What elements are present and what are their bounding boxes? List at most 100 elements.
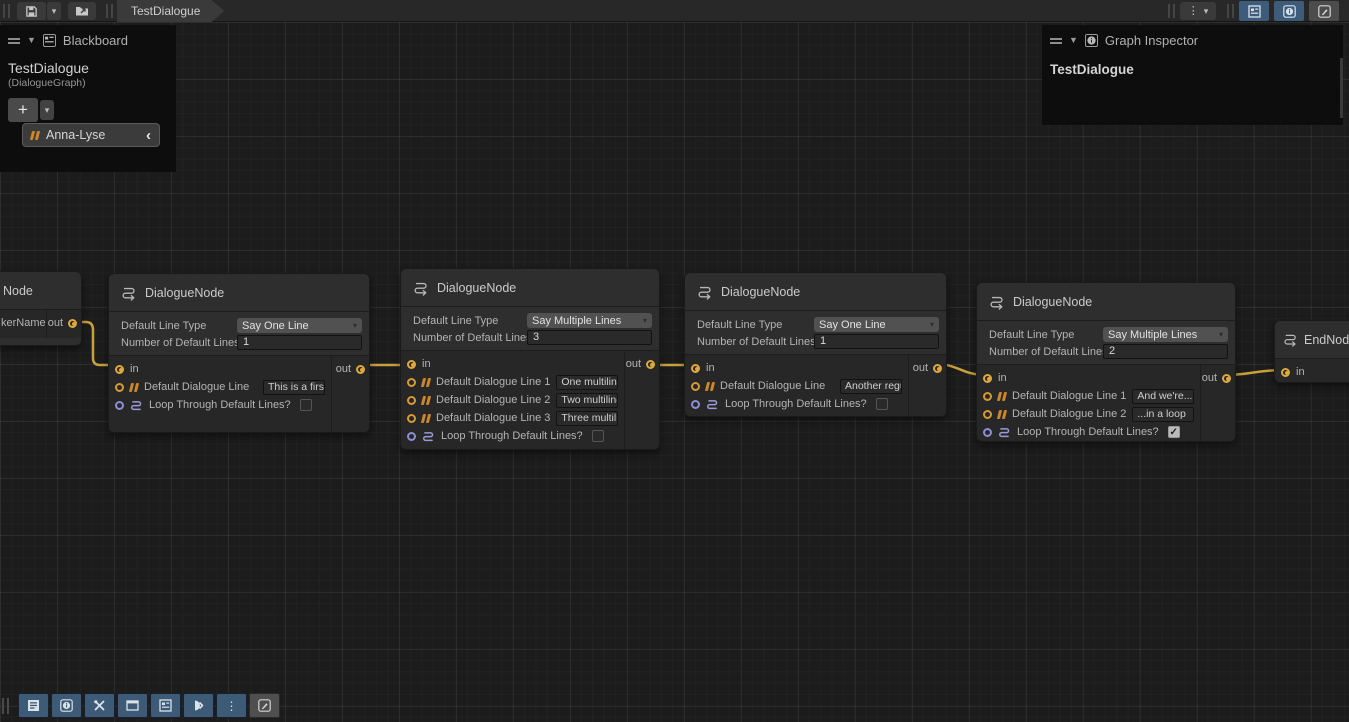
graph-inspector-panel[interactable]: ▼ Graph Inspector TestDialogue bbox=[1042, 25, 1343, 125]
save-as-button[interactable] bbox=[68, 2, 96, 20]
toolbar-drag-handle[interactable] bbox=[2, 698, 9, 714]
output-port-row[interactable]: out bbox=[332, 360, 365, 378]
bool-port[interactable] bbox=[983, 428, 992, 437]
window-button[interactable] bbox=[117, 693, 148, 718]
options-menu-button[interactable]: ⋮ ▾ bbox=[1180, 2, 1216, 20]
dialogue-node-3[interactable]: DialogueNode Default Line Type Say One L… bbox=[684, 272, 947, 417]
line-type-dropdown[interactable]: Say Multiple Lines ▾ bbox=[1103, 327, 1228, 342]
in-port[interactable] bbox=[115, 365, 124, 374]
string-type-icon bbox=[421, 396, 431, 405]
tools-icon bbox=[93, 699, 106, 712]
in-port[interactable] bbox=[1281, 368, 1290, 377]
variable-anna-lyse[interactable]: Anna-Lyse ‹ bbox=[22, 123, 160, 147]
bool-port[interactable] bbox=[407, 432, 416, 441]
string-port[interactable] bbox=[691, 382, 700, 391]
contrast-button[interactable] bbox=[183, 693, 214, 718]
blackboard-header[interactable]: ▼ Blackboard bbox=[0, 25, 176, 52]
out-port[interactable] bbox=[68, 319, 77, 328]
line-type-dropdown[interactable]: Say One Line ▾ bbox=[814, 317, 939, 332]
loop-checkbox[interactable] bbox=[592, 430, 604, 442]
console-button[interactable] bbox=[18, 693, 49, 718]
in-port[interactable] bbox=[691, 364, 700, 373]
string-port[interactable] bbox=[983, 392, 992, 401]
save-button[interactable] bbox=[17, 2, 46, 20]
inspector-title: Graph Inspector bbox=[1105, 33, 1198, 48]
caret-down-icon: ▾ bbox=[353, 322, 357, 330]
save-dropdown-button[interactable]: ▾ bbox=[47, 2, 61, 20]
string-port[interactable] bbox=[407, 414, 416, 423]
in-port[interactable] bbox=[983, 374, 992, 383]
end-node[interactable]: EndNode in bbox=[1274, 320, 1349, 383]
string-type-icon bbox=[30, 131, 40, 140]
window-icon bbox=[126, 699, 139, 712]
out-port[interactable] bbox=[933, 364, 942, 373]
num-lines-field[interactable]: 1 bbox=[814, 334, 939, 349]
more-options-button[interactable]: ⋮ bbox=[216, 693, 247, 718]
info-button[interactable] bbox=[51, 693, 82, 718]
dialogue-line-field[interactable]: And we're... bbox=[1132, 389, 1194, 404]
output-port-row[interactable]: out bbox=[625, 355, 655, 373]
output-port-row[interactable]: out bbox=[909, 359, 942, 377]
add-variable-dropdown[interactable]: ▾ bbox=[40, 100, 54, 120]
prop-label: Default Line Type bbox=[685, 319, 782, 331]
inspector-scrollbar[interactable] bbox=[1340, 58, 1343, 118]
loop-checkbox[interactable] bbox=[876, 398, 888, 410]
loop-checkbox[interactable]: ✓ bbox=[1168, 426, 1180, 438]
add-variable-button[interactable]: + bbox=[8, 98, 38, 122]
out-port[interactable] bbox=[356, 365, 365, 374]
string-port[interactable] bbox=[115, 383, 124, 392]
bool-port[interactable] bbox=[115, 401, 124, 410]
dialogue-node-1[interactable]: DialogueNode Default Line Type Say One L… bbox=[108, 273, 370, 433]
out-port[interactable] bbox=[646, 360, 655, 369]
in-port[interactable] bbox=[407, 360, 416, 369]
string-port[interactable] bbox=[983, 410, 992, 419]
toggle-inspector-button[interactable] bbox=[1274, 1, 1304, 21]
out-port[interactable] bbox=[1222, 374, 1231, 383]
tools-button[interactable] bbox=[84, 693, 115, 718]
speaker-node[interactable]: Node kerName out bbox=[0, 271, 82, 346]
prop-label: Default Line Type bbox=[109, 320, 206, 332]
dialogue-node-2[interactable]: DialogueNode Default Line Type Say Multi… bbox=[400, 268, 660, 450]
dialogue-line-field[interactable]: Another regu bbox=[840, 379, 902, 394]
dialogue-node-icon bbox=[697, 284, 713, 300]
blackboard-panel[interactable]: ▼ Blackboard TestDialogue (DialogueGraph… bbox=[0, 25, 176, 172]
asset-tab[interactable]: TestDialogue bbox=[117, 0, 224, 22]
bool-port[interactable] bbox=[691, 400, 700, 409]
toggle-blackboard-button[interactable] bbox=[1239, 1, 1269, 21]
toggle-preview-button[interactable] bbox=[1309, 1, 1339, 21]
collapse-icon[interactable]: ▼ bbox=[27, 36, 36, 45]
string-port[interactable] bbox=[407, 396, 416, 405]
preview-button[interactable] bbox=[249, 693, 280, 718]
blackboard-icon bbox=[1248, 5, 1261, 18]
output-port-row[interactable]: out bbox=[1201, 369, 1231, 387]
dialogue-node-icon bbox=[989, 294, 1005, 310]
dialogue-line-field[interactable]: This is a first bbox=[263, 380, 325, 395]
blackboard-asset-type: (DialogueGraph) bbox=[0, 76, 176, 89]
blackboard-button[interactable] bbox=[150, 693, 181, 718]
num-lines-field[interactable]: 1 bbox=[237, 335, 362, 350]
num-lines-field[interactable]: 3 bbox=[527, 330, 652, 345]
string-port[interactable] bbox=[407, 378, 416, 387]
inspector-header[interactable]: ▼ Graph Inspector bbox=[1042, 25, 1343, 52]
loop-checkbox[interactable] bbox=[300, 399, 312, 411]
drag-handle-icon[interactable] bbox=[8, 38, 20, 44]
drag-handle-icon[interactable] bbox=[1050, 38, 1062, 44]
num-lines-field[interactable]: 2 bbox=[1103, 344, 1228, 359]
line-type-dropdown[interactable]: Say One Line ▾ bbox=[237, 318, 362, 333]
collapse-icon[interactable]: ▼ bbox=[1069, 36, 1078, 45]
dialogue-node-4[interactable]: DialogueNode Default Line Type Say Multi… bbox=[976, 282, 1236, 442]
dialogue-line-field[interactable]: ...in a loop bbox=[1132, 407, 1194, 422]
dialogue-line-field[interactable]: Two multiline bbox=[556, 393, 618, 408]
chevron-left-icon[interactable]: ‹ bbox=[146, 128, 151, 143]
kebab-icon: ⋮ bbox=[1188, 6, 1199, 17]
string-type-icon bbox=[705, 382, 715, 391]
caret-down-icon: ▾ bbox=[45, 106, 50, 115]
dialogue-line-field[interactable]: Three multili bbox=[556, 411, 618, 426]
output-port-row[interactable]: out bbox=[47, 314, 77, 332]
dialogue-line-field[interactable]: One multiline bbox=[556, 375, 618, 390]
line-type-dropdown[interactable]: Say Multiple Lines ▾ bbox=[527, 313, 652, 328]
loop-type-icon bbox=[422, 430, 435, 443]
output-label: kerName bbox=[1, 317, 46, 329]
blackboard-icon bbox=[43, 34, 56, 47]
prop-label: Number of Default Lines bbox=[109, 337, 240, 349]
